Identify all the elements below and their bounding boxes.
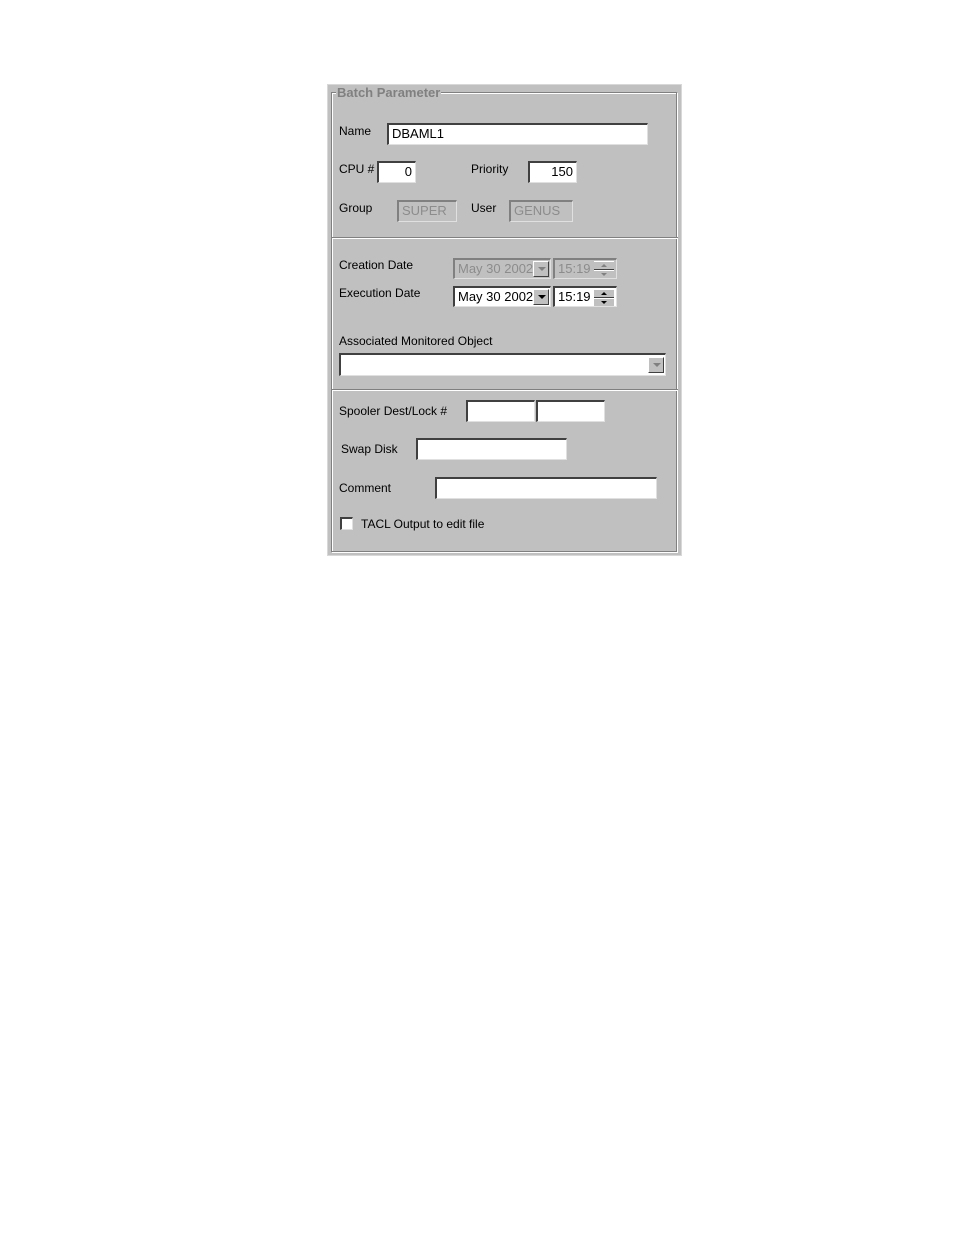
- priority-label: Priority: [471, 162, 509, 176]
- spooler-lock-input[interactable]: [536, 400, 605, 422]
- chevron-down-icon[interactable]: [533, 289, 549, 305]
- name-label: Name: [339, 124, 372, 138]
- monitored-object-label: Associated Monitored Object: [339, 334, 493, 348]
- swap-disk-input[interactable]: [416, 438, 567, 460]
- spin-down-icon[interactable]: [594, 298, 614, 306]
- priority-input[interactable]: 150: [528, 161, 577, 183]
- spin-icon: [594, 261, 614, 278]
- spooler-dest-input[interactable]: [466, 400, 535, 422]
- comment-label: Comment: [339, 481, 392, 495]
- time-spinner[interactable]: [594, 289, 614, 306]
- name-input[interactable]: DBAML1: [387, 123, 648, 145]
- execution-time-value: 15:19: [558, 289, 591, 304]
- cpu-input[interactable]: 0: [377, 161, 416, 183]
- group-label: Group: [339, 201, 373, 215]
- execution-date-value: May 30 2002: [458, 289, 534, 304]
- execution-date-picker[interactable]: May 30 2002: [453, 286, 551, 307]
- comment-input[interactable]: [435, 477, 657, 499]
- cpu-label: CPU #: [339, 162, 375, 176]
- creation-date-value: May 30 2002: [458, 261, 534, 276]
- batch-parameter-panel: Batch Parameter Name DBAML1 CPU # 0 Prio…: [327, 84, 682, 556]
- execution-date-label: Execution Date: [339, 286, 421, 300]
- spooler-label: Spooler Dest/Lock #: [339, 404, 448, 418]
- spin-up-icon[interactable]: [594, 289, 614, 298]
- user-label: User: [471, 201, 497, 215]
- creation-time-value: 15:19: [558, 261, 591, 276]
- execution-time-picker[interactable]: 15:19: [553, 286, 617, 307]
- chevron-down-icon: [533, 261, 549, 277]
- group-title: Batch Parameter: [336, 85, 442, 100]
- chevron-down-icon[interactable]: [648, 357, 664, 373]
- creation-time-picker: 15:19: [553, 258, 617, 279]
- user-input: GENUS: [509, 200, 573, 222]
- tacl-output-checkbox[interactable]: [340, 517, 353, 530]
- creation-date-picker: May 30 2002: [453, 258, 551, 279]
- group-input: SUPER: [397, 200, 457, 222]
- monitored-object-combo[interactable]: [339, 353, 666, 376]
- section-divider: [332, 237, 678, 239]
- swap-disk-label: Swap Disk: [341, 442, 398, 456]
- creation-date-label: Creation Date: [339, 258, 414, 272]
- section-divider: [332, 389, 678, 391]
- tacl-output-label[interactable]: TACL Output to edit file: [361, 517, 484, 531]
